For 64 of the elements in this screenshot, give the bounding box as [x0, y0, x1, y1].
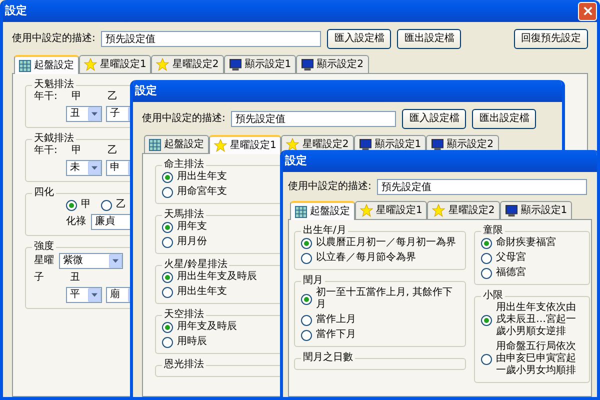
- tab-label: 顯示設定1: [520, 204, 568, 216]
- row-label: 丑: [70, 272, 81, 284]
- field-label: 化祿: [66, 216, 86, 228]
- radio-label: 福德宮: [496, 267, 526, 279]
- window-title: 設定: [285, 155, 307, 167]
- group-title: 閏月: [302, 275, 324, 286]
- radio-label: 當作下月: [316, 329, 356, 341]
- radio-label: 用出生年支: [177, 286, 227, 298]
- radio-label: 用命盤五行局依次由申亥巳申寅宮起一歲小男女均順排: [496, 341, 577, 377]
- group-title: 天空排法: [163, 309, 205, 320]
- radio-label: 當作上月: [316, 314, 356, 326]
- row-label: 乙: [107, 145, 118, 157]
- tab-label: 顯示設定2: [447, 138, 494, 150]
- window-title: 設定: [135, 85, 157, 97]
- radio-label: 用年支及時辰: [177, 321, 237, 333]
- group-title: 命主排法: [163, 159, 205, 170]
- tab-label: 星曜設定2: [172, 58, 219, 70]
- radio-label: 以農曆正月初一／每月初一為界: [316, 237, 456, 249]
- description-label: 使用中設定的描述:: [12, 33, 96, 45]
- radio-label: 用時辰: [177, 336, 207, 348]
- tab-label: 起盤設定: [164, 138, 204, 150]
- group-title: 童限: [482, 225, 504, 237]
- window-title: 設定: [5, 5, 27, 17]
- group-title: 天鉞排法: [33, 133, 75, 145]
- tab-label: 起盤設定: [310, 206, 350, 218]
- radio-label: 用出生年支及時辰: [177, 271, 257, 283]
- group-title: 小限: [482, 290, 504, 302]
- group-title: 四化: [33, 187, 55, 199]
- group-title: 強度: [33, 241, 55, 253]
- group-title: 天魁排法: [33, 79, 75, 91]
- tab-label: 星曜設定2: [448, 204, 495, 216]
- radio-label: 命財疾妻福宮: [496, 237, 556, 249]
- tab-label: 起盤設定: [34, 60, 74, 72]
- tab-label: 星曜設定1: [230, 140, 276, 152]
- description-label: 使用中設定的描述:: [288, 181, 372, 193]
- radio-label: 用命宮年支: [177, 186, 227, 198]
- row-label: 子: [34, 272, 45, 284]
- radio-label: 用年支: [177, 221, 207, 233]
- radio-label: 乙: [116, 199, 126, 211]
- group-title: 閏月之日數: [302, 352, 354, 364]
- group-title: 火星/鈴星排法: [163, 259, 228, 270]
- row-label: 甲: [71, 145, 82, 157]
- field-label: 星曜: [34, 255, 54, 267]
- description-label: 使用中設定的描述:: [142, 113, 226, 125]
- radio-label: 用出生年支依次由戌未辰丑…宮起一歲小男順女逆排: [496, 302, 577, 338]
- radio-label: 用月份: [177, 236, 207, 248]
- group-title: 天馬排法: [163, 209, 205, 220]
- radio-label: 初一至十五當作上月, 其餘作下月: [316, 287, 454, 311]
- row-label: 年干:: [34, 145, 58, 157]
- radio-label: 父母宮: [496, 252, 526, 264]
- tab-label: 顯示設定1: [374, 138, 422, 150]
- row-label: 乙: [107, 91, 118, 103]
- tab-label: 顯示設定1: [244, 58, 292, 70]
- group-title: 出生年/月: [302, 225, 348, 236]
- radio-label: 甲: [81, 199, 91, 211]
- tab-label: 星曜設定1: [376, 204, 422, 216]
- tab-label: 顯示設定2: [317, 58, 364, 70]
- tab-label: 星曜設定1: [100, 58, 146, 70]
- radio-label: 用出生年支: [177, 171, 227, 183]
- row-label: 年干:: [34, 91, 58, 103]
- tab-label: 星曜設定2: [302, 138, 349, 150]
- row-label: 甲: [71, 91, 82, 103]
- group-title: 恩光排法: [163, 359, 205, 371]
- radio-label: 以立春／每月節令為界: [316, 252, 416, 264]
